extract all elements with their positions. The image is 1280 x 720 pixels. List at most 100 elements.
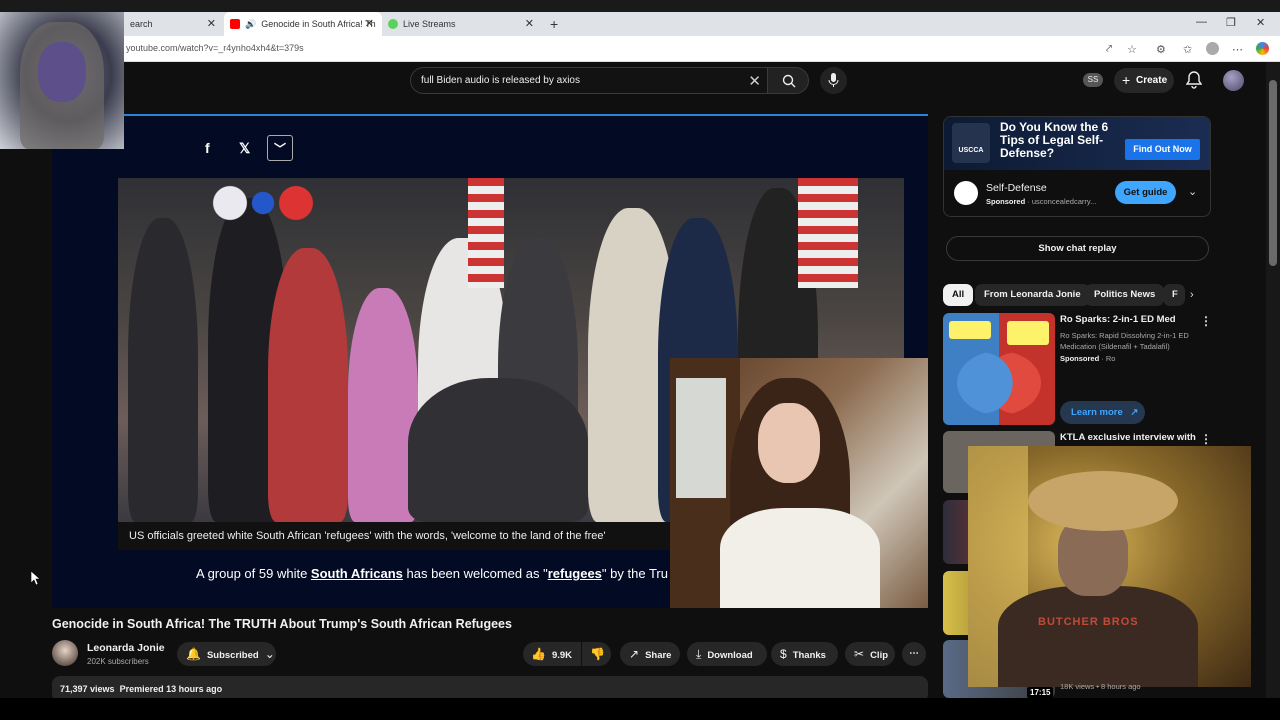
scrollbar[interactable] [1266,62,1280,698]
chevron-right-icon[interactable]: › [1190,289,1194,301]
ad-name: Self-Defense [986,182,1047,194]
create-label: Create [1136,75,1168,86]
chip-more[interactable]: F [1163,284,1185,306]
more-actions-button[interactable]: ⋯ [902,642,926,666]
chevron-down-icon: ⌄ [264,647,275,661]
clear-search-icon[interactable]: ✕ [748,72,761,90]
photo-caption: US officials greeted white South African… [118,522,670,550]
sponsored-label: Sponsored [986,197,1026,206]
x-icon: 𝕏 [239,140,251,156]
find-out-now-button[interactable]: Find Out Now [1125,139,1200,160]
create-button[interactable]: + Create [1114,68,1174,93]
show-chat-replay-button[interactable]: Show chat replay [946,236,1209,261]
download-icon: ⤓ [696,647,702,661]
chip-from-channel[interactable]: From Leonarda Jonie [975,284,1090,306]
shirt-text: BUTCHER BROS [1038,616,1139,628]
tab-live-streams[interactable]: Live Streams ✕ [382,12,542,36]
recommended-description: Ro Sparks: Rapid Dissolving 2-in-1 ED Me… [1060,331,1189,351]
recommended-meta: 18K views • 8 hours ago [1060,682,1141,691]
youtube-icon [230,19,240,29]
tab-search[interactable]: earch ✕ [124,12,224,36]
open-in-icon[interactable]: ⤤ [1106,43,1112,56]
link-refugees: refugees [547,566,602,581]
subscribed-button[interactable]: 🔔 Subscribed ⌄ [177,642,276,666]
channel-avatar[interactable] [52,640,78,666]
profile-icon[interactable] [1206,42,1219,55]
share-icon: ↗ [629,647,640,661]
tab-genocide[interactable]: 🔊 Genocide in South Africa! Th ✕ [224,12,382,36]
chevron-down-icon[interactable]: ⌄ [1188,185,1197,198]
voice-search-button[interactable] [820,67,847,94]
thumbs-up-icon: 👍 [531,647,546,661]
learn-more-button[interactable]: Learn more ↗ [1060,401,1145,424]
copilot-icon[interactable] [1256,42,1269,55]
subscriber-count: 202K subscribers [87,657,149,666]
microphone-icon [828,73,839,87]
bell-icon: 🔔 [186,647,201,661]
clip-label: Clip [870,650,889,661]
thumbs-down-icon: 👎 [590,647,605,661]
extensions-icon[interactable]: ⚙ [1156,43,1166,56]
view-count: 71,397 views [60,684,115,694]
restore-icon[interactable]: ❐ [1226,16,1236,29]
advertiser-icon [954,181,978,205]
minimize-icon[interactable]: — [1196,16,1207,28]
recommended-thumbnail[interactable] [943,313,1055,425]
dislike-button[interactable]: 👎 [582,642,611,666]
sponsored-ad[interactable]: USCCA Do You Know the 6 Tips of Legal Se… [943,116,1211,217]
recommended-title[interactable]: Ro Sparks: 2-in-1 ED Med [1060,314,1176,325]
tab-label: earch [130,19,153,29]
tab-label: Live Streams [403,19,456,29]
thanks-button[interactable]: $ Thanks [771,642,838,666]
clip-button[interactable]: ✂ Clip [845,642,895,666]
thanks-label: Thanks [792,650,826,661]
channel-name[interactable]: Leonarda Jonie [87,642,165,654]
ad-banner[interactable]: USCCA Do You Know the 6 Tips of Legal Se… [944,117,1210,170]
address-bar[interactable]: youtube.com/watch?v=_r4ynho4xh4&t=379s ⤤… [0,36,1280,62]
notifications-bell-icon[interactable] [1186,71,1202,89]
search-value: full Biden audio is released by axios [421,75,580,86]
ad-headline: Do You Know the 6 Tips of Legal Self-Def… [1000,120,1109,160]
facebook-icon: f [205,140,210,156]
recommended-title[interactable]: KTLA exclusive interview with [1060,432,1196,443]
menu-dots-icon[interactable]: ⋯ [1232,43,1243,56]
account-avatar[interactable] [1223,70,1244,91]
search-button[interactable] [767,67,809,94]
chip-all[interactable]: All [943,284,974,306]
presenter-overlay [670,358,928,608]
webcam-overlay-top [0,12,124,149]
mail-icon: ﹀ [267,135,293,161]
speaker-icon[interactable]: 🔊 [245,19,256,30]
lead-text: A group of 59 white [196,566,311,581]
plus-icon: + [1122,72,1131,88]
close-icon[interactable]: ✕ [525,17,534,30]
close-icon[interactable]: ✕ [207,17,216,30]
more-options-icon[interactable]: ⋮ [1200,314,1212,328]
more-options-icon[interactable]: ⋮ [1200,432,1212,446]
play-icon [388,19,398,29]
share-button[interactable]: ↗ Share [620,642,680,666]
chip-politics-news[interactable]: Politics News [1085,284,1165,306]
more-dots-icon: ⋯ [909,648,919,659]
get-guide-button[interactable]: Get guide [1115,181,1176,204]
tab-strip: earch ✕ 🔊 Genocide in South Africa! Th ✕… [0,12,1280,36]
scrollbar-thumb[interactable] [1269,80,1277,266]
download-button[interactable]: ⤓ Download [687,642,767,666]
taskbar-edge [0,698,1280,720]
like-button[interactable]: 👍 9.9K [523,642,581,666]
close-icon[interactable]: ✕ [365,17,374,30]
close-window-icon[interactable]: ✕ [1256,16,1265,29]
advertiser-name: usconcealedcarry... [1031,197,1097,206]
search-input[interactable]: full Biden audio is released by axios ✕ [410,67,768,94]
thanks-icon: $ [780,647,787,661]
bookmark-star-icon[interactable]: ☆ [1127,43,1137,56]
url-text[interactable]: youtube.com/watch?v=_r4ynho4xh4&t=379s [126,43,304,53]
new-tab-button[interactable]: + [544,12,558,36]
title-bar [0,0,1280,12]
ss-badge[interactable]: SS [1083,73,1103,87]
favorites-icon[interactable]: ✩ [1183,43,1192,56]
article-top-border [122,114,928,116]
video-player[interactable]: f 𝕏 ﹀ US officials greeted white South A… [52,114,928,608]
premiere-date: Premiered 13 hours ago [119,684,223,694]
external-link-icon: ↗ [1130,407,1139,418]
